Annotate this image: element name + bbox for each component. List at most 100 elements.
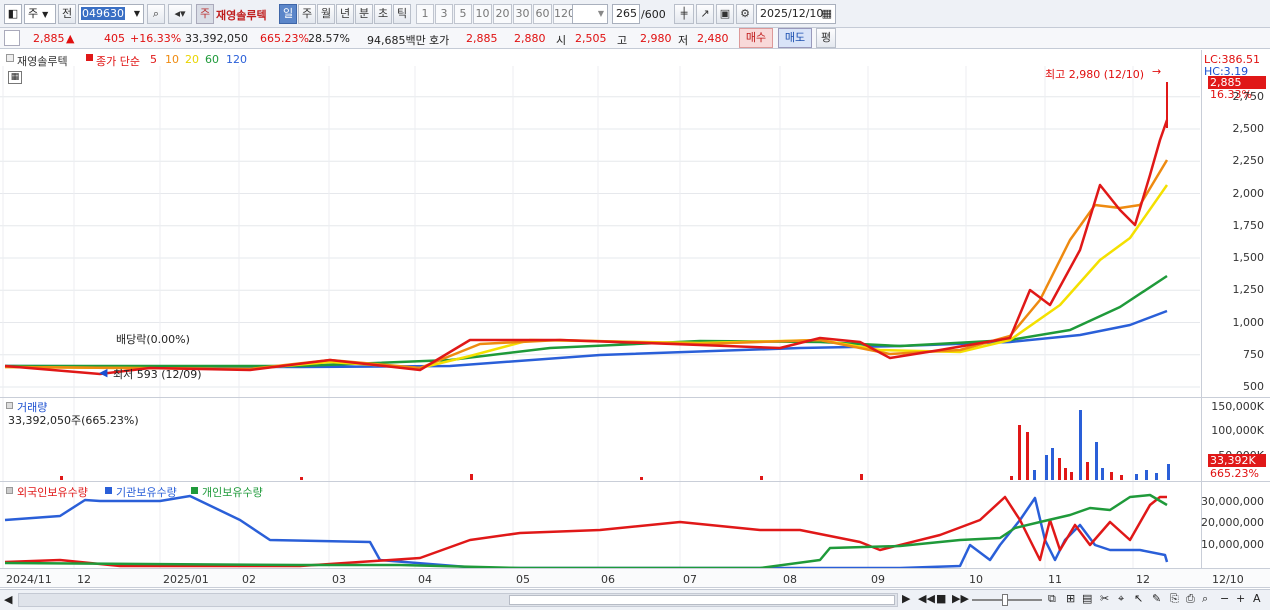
change-amount: 405 [104,32,125,45]
high-marker: 최고 2,980 (12/10) [1045,68,1145,81]
current-price: 2,885 [33,32,65,45]
date-input[interactable]: 2025/12/10 ▦ [756,4,836,24]
institution-holdings-label: 기관보유수량 [116,486,177,499]
cursor-icon[interactable]: ↖ [1134,592,1143,605]
ma-20-label: 20 [185,53,199,66]
copy-icon[interactable]: ⎘ [1170,592,1179,606]
zoom-icon[interactable]: ⌕ [1202,592,1208,606]
legend-box-icon [6,402,13,409]
volume-bar [1064,468,1067,480]
period-tab[interactable]: 일 [279,4,297,24]
interval-button[interactable]: 60 [533,4,552,24]
interval-button[interactable]: 20 [493,4,512,24]
volume-bar [1095,442,1098,480]
print-icon[interactable]: ⎙ [1186,592,1195,606]
price-y-axis[interactable]: LC:386.51 HC:3.19 2,885 16.33% 2,750 2,50… [1201,50,1270,397]
price-tick-label: 2,000 [1232,186,1265,200]
zoom-in-icon[interactable]: + [1236,592,1245,605]
calculator-icon[interactable]: ▦ [8,71,22,84]
speaker-icon[interactable]: ◂▾ [168,4,192,24]
interval-button[interactable]: 1 [416,4,434,24]
period-tab[interactable]: 틱 [393,4,411,24]
window-menu-icon[interactable]: ◧ [4,4,22,24]
pen-icon[interactable]: ✎ [1152,592,1161,605]
stock-name: 재영솔루텍 [216,9,267,22]
volume-tick-label: 100,000K [1211,424,1264,438]
moving-average-line [5,274,1168,368]
table-icon[interactable]: ▤ [1082,592,1092,605]
volume-bar [1058,458,1061,480]
legend-swatch-icon [191,487,198,494]
gear-icon[interactable]: ⚙ [736,4,754,24]
x-axis-label: 12 [77,573,91,586]
price-tick-label: 1,250 [1232,283,1265,297]
horizontal-scrollbar[interactable] [18,593,898,607]
low-marker: 최저 593 (12/09) [113,368,202,381]
interval-button[interactable]: 3 [435,4,453,24]
scroll-left-icon[interactable]: ◀ [4,593,12,606]
change-percent: +16.33% [130,32,182,45]
prev-button[interactable]: 전 [58,4,76,24]
candle-type-icon[interactable]: ╪ [674,4,694,24]
fast-forward-icon[interactable]: ▶▶ [952,592,969,605]
legend-box-icon [6,54,14,62]
interval-button[interactable]: 30 [513,4,532,24]
quote-menu-icon[interactable] [4,30,20,46]
low-label: 저 [678,34,689,47]
balance-button[interactable]: 평 [816,28,836,48]
high-label: 고 [617,34,628,47]
search-icon[interactable]: ⌕ [147,4,165,24]
ma-60-label: 60 [205,53,219,66]
holdings-y-axis[interactable]: 30,000,000 20,000,000 10,000,000 [1201,482,1270,568]
save-icon[interactable]: ▣ [716,4,734,24]
stock-code-input[interactable]: 049630 ▼ [78,4,144,24]
count-input[interactable]: 265 [612,4,640,24]
volume-y-axis[interactable]: 150,000K100,000K50,000K 33,392K 665.23% [1201,398,1270,481]
market-select[interactable]: 주 ▼ [24,4,56,24]
price-tick-label: 2,500 [1232,122,1265,135]
crosshair-icon[interactable]: ⌖ [1118,592,1124,606]
open-label: 시 [556,34,567,47]
x-axis-label: 06 [601,573,615,586]
zoom-slider[interactable] [972,594,1042,606]
interval-custom-select[interactable]: ▼ [572,4,608,24]
zoom-slider-handle[interactable] [1002,594,1008,606]
period-tab[interactable]: 월 [317,4,335,24]
zoom-out-icon[interactable]: − [1220,592,1229,605]
x-axis-label: 07 [683,573,697,586]
font-icon[interactable]: A [1253,592,1261,605]
volume-current-tag: 33,392K [1208,454,1266,467]
volume-bar [60,476,63,480]
period-tab[interactable]: 년 [336,4,354,24]
pane-divider[interactable] [0,481,1270,482]
period-tab[interactable]: 초 [374,4,392,24]
play-icon[interactable]: ▶ [902,592,910,605]
rewind-icon[interactable]: ◀◀ [918,592,935,605]
volume-bar [1026,432,1029,480]
tool-icon[interactable]: ✂ [1100,592,1109,605]
price-tick-label: 2,250 [1232,154,1265,168]
volume-bar [1045,455,1048,480]
buy-button[interactable]: 매수 [739,28,773,48]
sell-button[interactable]: 매도 [778,28,812,48]
stop-icon[interactable]: ■ [936,592,946,605]
price-tick-label: 1,000 [1232,315,1265,329]
price-tick-label: 2,750 [1232,89,1265,103]
scrollbar-thumb[interactable] [509,595,895,605]
x-axis-label: 05 [516,573,530,586]
holdings-tick-label: 10,000,000 [1201,537,1264,551]
period-tab[interactable]: 주 [298,4,316,24]
x-axis-label: 2025/01 [163,573,209,586]
ask-label: 호가 [429,34,450,47]
volume-bar [470,474,473,480]
pane-divider[interactable] [0,397,1270,398]
stock-chart[interactable] [0,50,1270,590]
interval-button[interactable]: 5 [454,4,472,24]
volume-bar [1010,476,1013,480]
drawing-tool-icon[interactable]: ↗ [696,4,714,24]
layout-icon[interactable]: ⧉ [1048,592,1056,606]
volume-bar [300,477,303,480]
interval-button[interactable]: 10 [473,4,492,24]
grid-icon[interactable]: ⊞ [1066,592,1075,605]
period-tab[interactable]: 분 [355,4,373,24]
